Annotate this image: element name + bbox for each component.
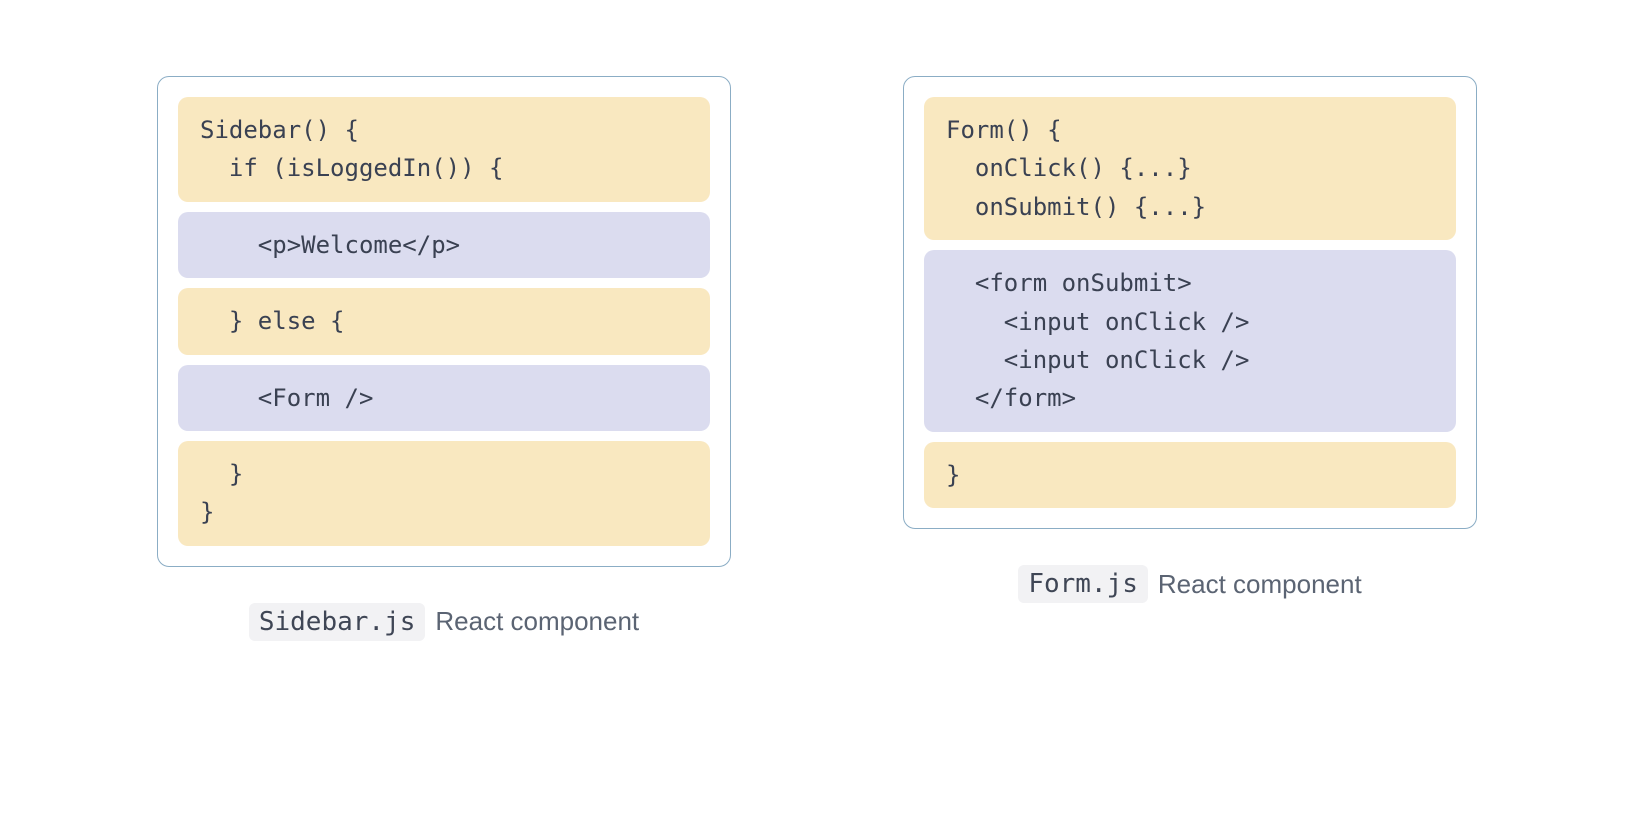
caption-suffix: React component — [435, 606, 639, 637]
code-block: <form onSubmit> <input onClick /> <input… — [924, 250, 1456, 432]
form-component-wrapper: Form() { onClick() {...} onSubmit() {...… — [903, 76, 1477, 603]
sidebar-component-panel: Sidebar() { if (isLoggedIn()) { <p>Welco… — [157, 76, 731, 567]
code-block: <p>Welcome</p> — [178, 212, 710, 278]
code-block: } } — [178, 441, 710, 546]
code-block: Form() { onClick() {...} onSubmit() {...… — [924, 97, 1456, 240]
form-component-panel: Form() { onClick() {...} onSubmit() {...… — [903, 76, 1477, 529]
code-block: } — [924, 442, 1456, 508]
filename-badge: Sidebar.js — [249, 603, 426, 641]
code-block: } else { — [178, 288, 710, 354]
sidebar-caption: Sidebar.js React component — [249, 603, 639, 641]
form-caption: Form.js React component — [1018, 565, 1361, 603]
code-block: <Form /> — [178, 365, 710, 431]
sidebar-component-wrapper: Sidebar() { if (isLoggedIn()) { <p>Welco… — [157, 76, 731, 641]
filename-badge: Form.js — [1018, 565, 1148, 603]
code-block: Sidebar() { if (isLoggedIn()) { — [178, 97, 710, 202]
caption-suffix: React component — [1158, 569, 1362, 600]
